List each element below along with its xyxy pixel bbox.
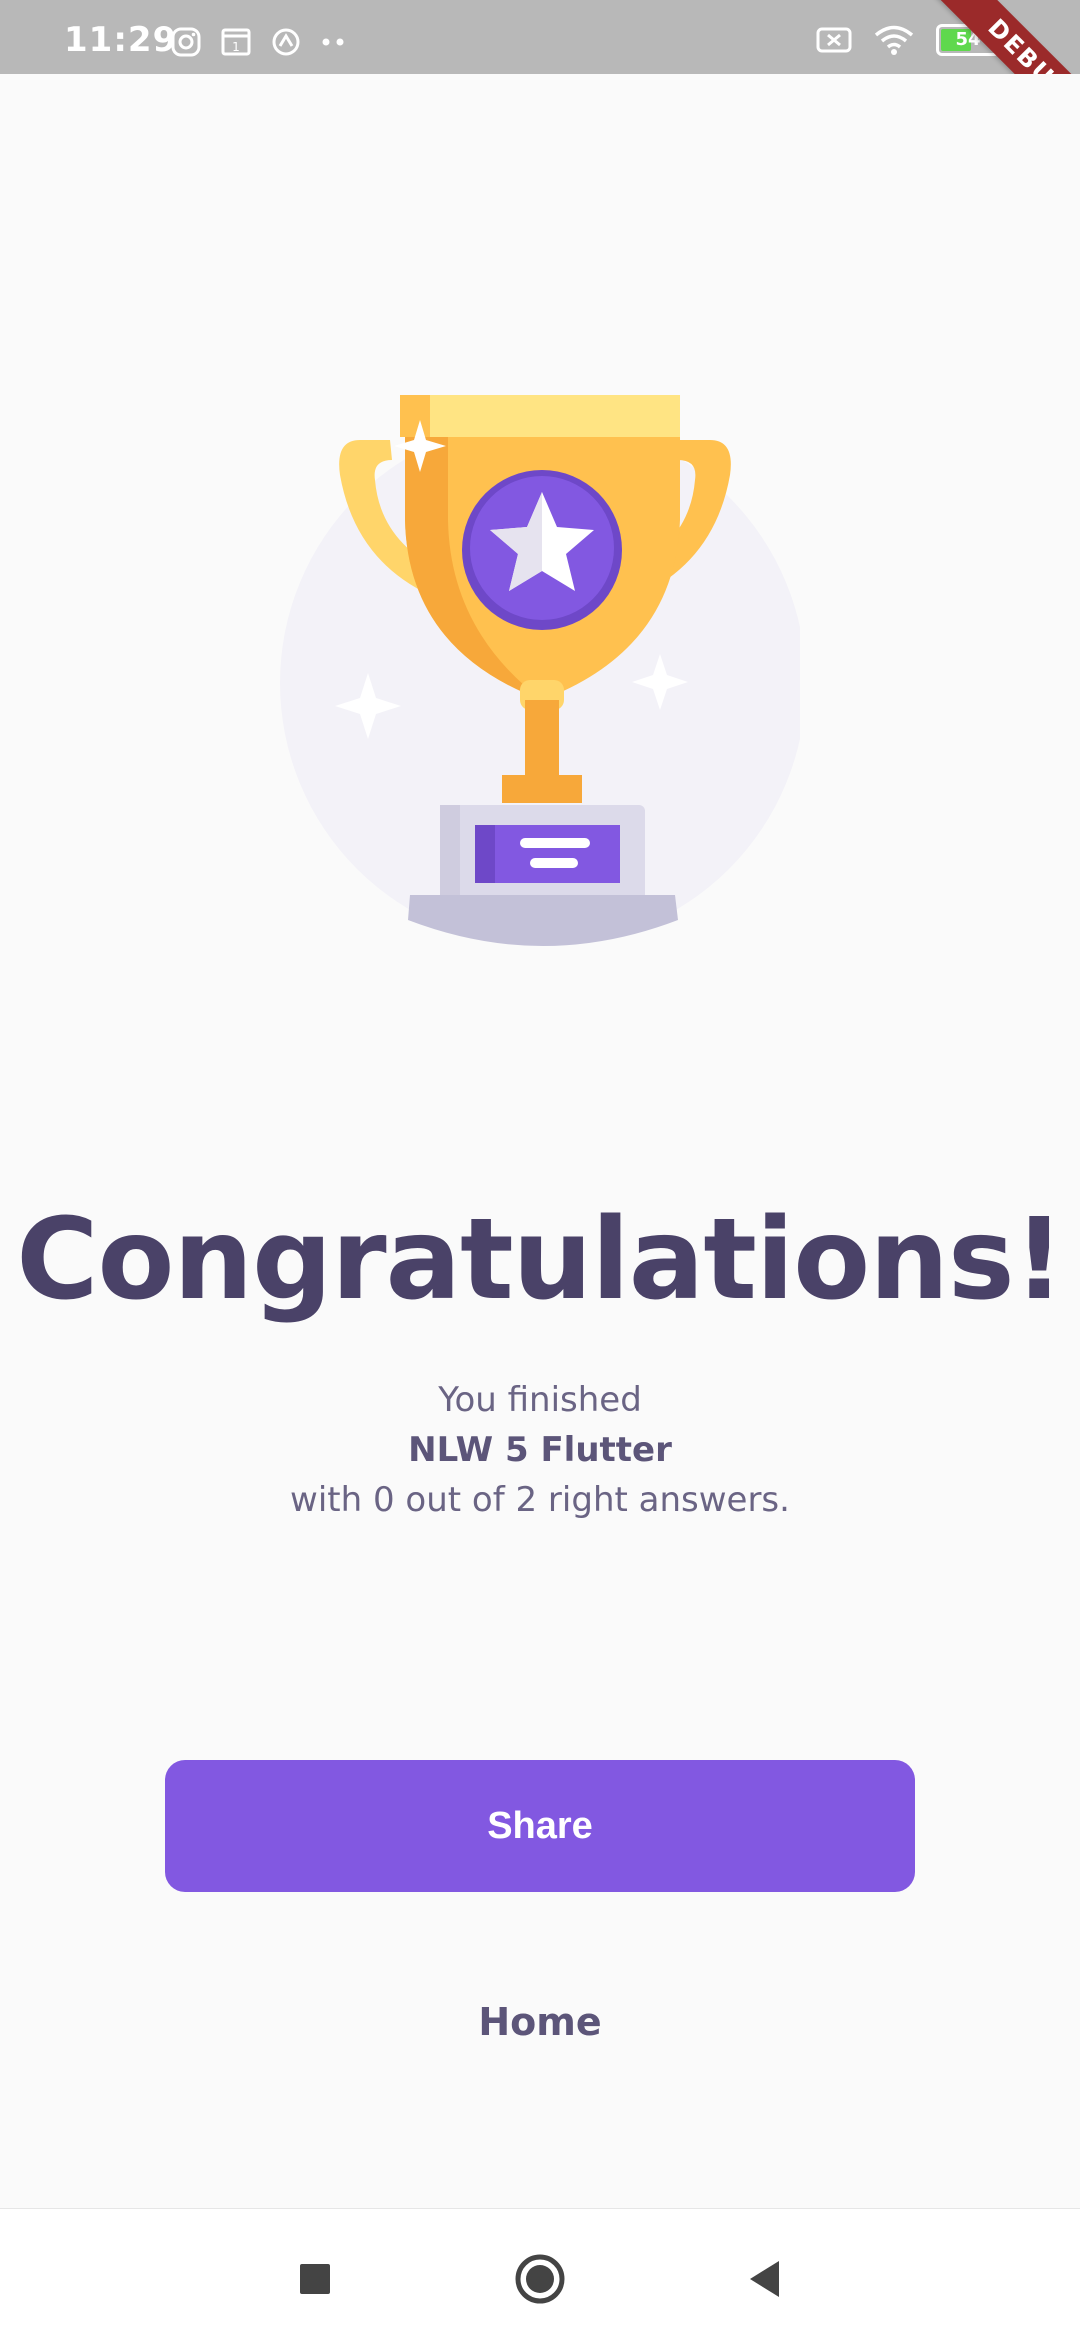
course-name: NLW 5 Flutter [408,1430,672,1470]
trophy-illustration [0,380,1080,960]
home-nav-button[interactable] [510,2249,570,2309]
back-triangle-icon [750,2261,779,2297]
status-time: 11:29 [64,20,178,60]
home-button[interactable]: Home [0,2000,1080,2044]
calendar-icon: 1 [221,28,251,56]
sync-icon [272,28,300,56]
sim-off-icon [816,27,852,53]
notification-icons: 1 [170,26,348,58]
result-line-3: with 0 out of 2 right answers. [290,1480,790,1520]
result-summary: You finished NLW 5 Flutter with 0 out of… [0,1375,1080,1525]
page-title: Congratulations! [16,1195,1064,1325]
recent-apps-icon [300,2264,330,2294]
more-dots-icon [322,38,344,46]
svg-text:1: 1 [232,40,240,54]
instagram-icon [171,27,201,57]
status-bar: 11:29 1 54 DEBUG [0,0,1080,74]
result-line-1: You finished [438,1380,642,1420]
share-button[interactable]: Share [165,1760,915,1892]
wifi-icon [874,25,914,55]
home-circle-icon [515,2254,565,2304]
navigation-bar [0,2208,1080,2341]
trophy-icon [280,395,800,946]
recent-apps-button[interactable] [285,2249,345,2309]
back-button[interactable] [735,2249,795,2309]
